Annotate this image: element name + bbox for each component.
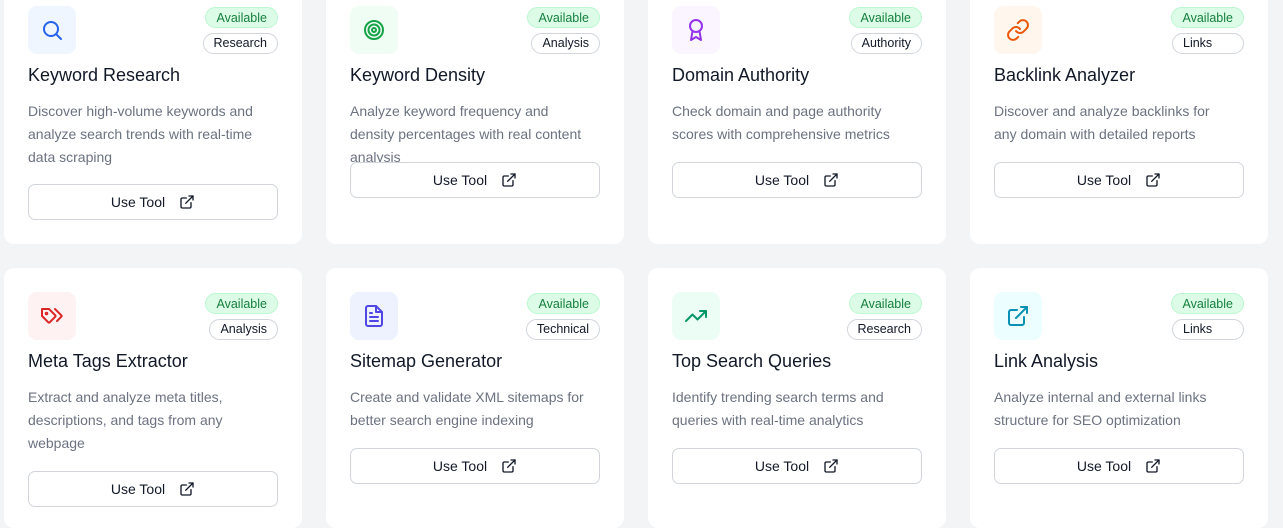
- use-tool-button[interactable]: Use Tool: [350, 162, 600, 198]
- use-tool-label: Use Tool: [110, 481, 166, 497]
- status-badge: Available: [527, 7, 600, 28]
- use-tool-label: Use Tool: [1076, 458, 1132, 474]
- tool-description: Analyze keyword frequency and density pe…: [350, 103, 582, 165]
- tool-description: Identify trending search terms and queri…: [672, 389, 884, 428]
- search-icon: [43, 21, 62, 40]
- use-tool-button[interactable]: Use Tool: [28, 184, 278, 220]
- category-badge: Research: [846, 319, 922, 340]
- icon-container: [672, 6, 720, 54]
- tool-title: Keyword Research: [28, 65, 181, 85]
- tool-card-link-analysis: Available Links Link Analysis Analyze in…: [970, 268, 1268, 528]
- tool-description: Create and validate XML sitemaps for bet…: [350, 389, 584, 428]
- tool-title: Backlink Analyzer: [994, 65, 1136, 85]
- external-link-icon: [502, 459, 516, 473]
- external-link-icon: [1146, 173, 1160, 187]
- use-tool-label: Use Tool: [432, 172, 488, 188]
- tool-title: Keyword Density: [350, 65, 486, 85]
- tool-description: Check domain and page authority scores w…: [672, 103, 890, 142]
- tool-card-sitemap-generator: Available Technical Sitemap Generator Cr…: [326, 268, 624, 528]
- tool-title: Sitemap Generator: [350, 351, 503, 371]
- external-link-icon: [502, 173, 516, 187]
- tool-title: Link Analysis: [994, 351, 1099, 371]
- tool-card-domain-authority: Available Authority Domain Authority Che…: [648, 0, 946, 244]
- status-badge: Available: [1171, 7, 1244, 28]
- external-link-icon: [824, 459, 838, 473]
- tool-card-keyword-research: Available Research Keyword Research Disc…: [4, 0, 302, 244]
- use-tool-label: Use Tool: [754, 172, 810, 188]
- tool-card-keyword-density: Available Analysis Keyword Density Analy…: [326, 0, 624, 244]
- trending-up-icon: [685, 310, 707, 322]
- icon-container: [994, 6, 1042, 54]
- use-tool-button[interactable]: Use Tool: [672, 448, 922, 484]
- icon-container: [994, 292, 1042, 340]
- status-badge: Available: [205, 7, 278, 28]
- external-link-icon: [180, 195, 194, 209]
- tags-icon: [41, 308, 63, 324]
- award-icon: [689, 19, 703, 41]
- icon-container: [350, 6, 398, 54]
- target-icon: [364, 20, 384, 40]
- use-tool-label: Use Tool: [1076, 172, 1132, 188]
- icon-container: [28, 292, 76, 340]
- use-tool-button[interactable]: Use Tool: [994, 448, 1244, 484]
- external-link-icon: [1008, 306, 1028, 326]
- tool-description: Extract and analyze meta titles, descrip…: [28, 389, 223, 451]
- status-badge: Available: [849, 293, 922, 314]
- category-badge: Analysis: [209, 319, 278, 340]
- external-link-icon: [824, 173, 838, 187]
- icon-container: [28, 6, 76, 54]
- external-link-icon: [180, 482, 194, 496]
- tool-title: Meta Tags Extractor: [28, 351, 188, 371]
- file-text-icon: [365, 305, 383, 327]
- icon-container: [672, 292, 720, 340]
- tool-description: Discover high-volume keywords and analyz…: [28, 103, 253, 165]
- use-tool-button[interactable]: Use Tool: [994, 162, 1244, 198]
- tool-title: Top Search Queries: [672, 351, 832, 371]
- use-tool-label: Use Tool: [432, 458, 488, 474]
- use-tool-label: Use Tool: [110, 194, 166, 210]
- category-badge: Analysis: [531, 33, 600, 54]
- status-badge: Available: [1171, 293, 1244, 314]
- category-badge: Technical: [525, 319, 600, 340]
- status-badge: Available: [205, 293, 278, 314]
- category-badge: Links: [1172, 33, 1244, 54]
- tool-card-meta-tags-extractor: Available Analysis Meta Tags Extractor E…: [4, 268, 302, 528]
- icon-container: [350, 292, 398, 340]
- tools-grid: Available Research Keyword Research Disc…: [0, 0, 1283, 528]
- use-tool-button[interactable]: Use Tool: [672, 162, 922, 198]
- use-tool-label: Use Tool: [754, 458, 810, 474]
- tool-description: Discover and analyze backlinks for any d…: [994, 103, 1210, 142]
- use-tool-button[interactable]: Use Tool: [350, 448, 600, 484]
- category-badge: Research: [202, 33, 278, 54]
- category-badge: Authority: [850, 33, 922, 54]
- link-icon: [1007, 19, 1029, 41]
- status-badge: Available: [849, 7, 922, 28]
- tool-title: Domain Authority: [672, 65, 810, 85]
- external-link-icon: [1146, 459, 1160, 473]
- tool-card-top-search-queries: Available Research Top Search Queries Id…: [648, 268, 946, 528]
- category-badge: Links: [1172, 319, 1244, 340]
- tool-card-backlink-analyzer: Available Links Backlink Analyzer Discov…: [970, 0, 1268, 244]
- status-badge: Available: [527, 293, 600, 314]
- tool-description: Analyze internal and external links stru…: [994, 389, 1207, 428]
